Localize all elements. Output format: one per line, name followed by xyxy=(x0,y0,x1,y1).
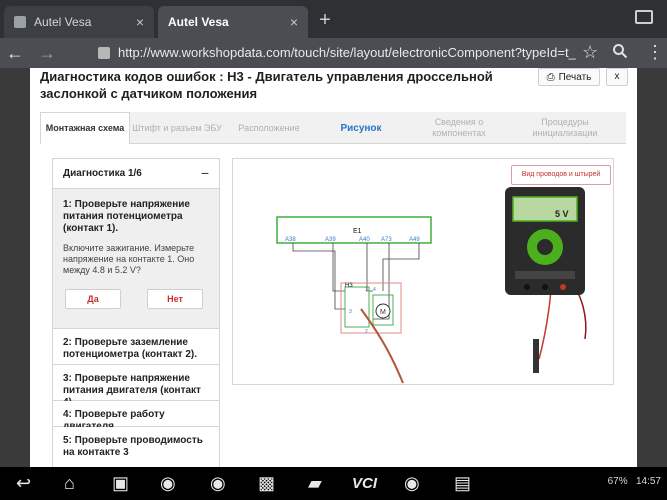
diagnostic-counter: Диагностика 1/6 xyxy=(63,168,142,179)
page-favicon-icon xyxy=(14,16,26,28)
browser-tab-title: Autel Vesa xyxy=(34,15,92,29)
probe-wire xyxy=(360,308,404,384)
printer-icon: ⎙ xyxy=(546,71,555,83)
content-tabs: Монтажная схема Штифт и разъем ЭБУ Распо… xyxy=(40,112,626,144)
diagram-canvas: E1 A38 A39 A40 A73 A49 H3 1 2 3 4 M 5 V xyxy=(276,187,587,384)
tab-figure[interactable]: Рисунок xyxy=(316,112,406,144)
svg-text:M: M xyxy=(380,309,386,316)
meter-reading: 5 V xyxy=(555,209,569,219)
forward-arrow-icon[interactable]: → xyxy=(38,43,56,64)
address-bar[interactable]: http://www.workshopdata.com/touch/site/l… xyxy=(118,45,578,60)
step-description: Включите зажигание. Измерьте напряжение … xyxy=(63,243,195,275)
tab-wiring-diagram[interactable]: Монтажная схема xyxy=(40,112,130,144)
diagnostic-step[interactable]: 3: Проверьте напряжение питания двигател… xyxy=(53,365,219,408)
vci-icon[interactable]: VCI xyxy=(352,475,377,492)
diagnostic-panel: Диагностика 1/6 − 1: Проверьте напряжени… xyxy=(52,158,220,467)
tab-ecu-pins: Штифт и разъем ЭБУ xyxy=(132,122,222,133)
connector-pin: 4 xyxy=(373,287,376,293)
search-icon[interactable] xyxy=(612,43,628,64)
menu-dots-icon[interactable]: ⋮ xyxy=(646,42,664,63)
page-favicon-icon xyxy=(98,47,110,59)
pin-label: A38 xyxy=(285,237,296,243)
browser-toolbar: ← → http://www.workshopdata.com/touch/si… xyxy=(0,38,667,68)
back-nav-icon[interactable]: ↩ xyxy=(16,473,31,494)
browser-tab-strip: Autel Vesa × Autel Vesa × + xyxy=(0,0,667,38)
status-area: 67% 14:57 xyxy=(608,476,661,487)
pin-label: A49 xyxy=(409,237,420,243)
pin-label: A39 xyxy=(325,237,336,243)
gallery-icon[interactable]: ▩ xyxy=(258,473,275,494)
home-nav-icon[interactable]: ⌂ xyxy=(64,473,75,494)
back-arrow-icon[interactable]: ← xyxy=(6,43,24,64)
close-button[interactable]: x xyxy=(606,68,628,86)
tab-location: Расположение xyxy=(238,122,300,133)
step-title: 1: Проверьте напряжение питания потенцио… xyxy=(63,199,190,234)
connector-pin: 3 xyxy=(349,309,352,315)
wiring-diagram: Вид проводов и штырей E1 A38 A39 A40 A73… xyxy=(232,158,614,385)
recent-apps-icon[interactable]: ▣ xyxy=(112,473,129,494)
chrome-icon[interactable]: ◉ xyxy=(404,473,420,494)
connector-pin: 1 xyxy=(365,287,368,293)
browser-tab[interactable]: Autel Vesa × xyxy=(4,6,154,38)
bookmark-star-icon[interactable]: ☆ xyxy=(582,42,598,63)
diagnostic-step-current: 1: Проверьте напряжение питания потенцио… xyxy=(53,189,219,329)
print-button[interactable]: ⎙ Печать xyxy=(538,68,600,86)
ecu-label: E1 xyxy=(353,228,362,235)
diagnostic-header[interactable]: Диагностика 1/6 − xyxy=(53,159,219,189)
page-content: Диагностика кодов ошибок : H3 - Двигател… xyxy=(30,68,637,467)
tab-switcher-icon[interactable] xyxy=(635,10,657,30)
battery-level: 67% xyxy=(607,476,628,487)
globe-icon[interactable]: ◉ xyxy=(160,473,176,494)
wires xyxy=(292,243,420,320)
close-tab-icon[interactable]: × xyxy=(290,14,298,30)
camera-icon[interactable]: ◉ xyxy=(210,473,226,494)
yes-button[interactable]: Да xyxy=(65,289,121,309)
probe-tip xyxy=(533,339,539,373)
collapse-icon[interactable]: − xyxy=(201,165,209,181)
new-tab-button[interactable]: + xyxy=(314,10,336,32)
pin-label: A40 xyxy=(359,237,370,243)
clock: 14:57 xyxy=(635,476,661,487)
multimeter-icon xyxy=(505,187,585,295)
browser-tab-title: Autel Vesa xyxy=(168,15,229,29)
tab-initialization: Процедуры инициализации xyxy=(532,117,598,138)
no-button[interactable]: Нет xyxy=(147,289,203,309)
pin-label: A73 xyxy=(381,237,392,243)
tab-component-info: Сведения о компонентах xyxy=(432,117,486,138)
diagnostic-step[interactable]: 2: Проверьте заземление потенциометра (к… xyxy=(53,329,219,365)
diagnostic-step[interactable]: 4: Проверьте работу двигателя xyxy=(53,401,219,432)
close-tab-icon[interactable]: × xyxy=(136,14,144,30)
web-page: Диагностика кодов ошибок : H3 - Двигател… xyxy=(0,68,667,467)
diagnostic-step[interactable]: 5: Проверьте проводимость на контакте 3 xyxy=(53,427,219,467)
system-nav-bar: ↩ ⌂ ▣ ◉ ◉ ▩ ▰ VCI ◉ ▤ 67% 14:57 xyxy=(0,467,667,500)
remote-icon[interactable]: ▤ xyxy=(454,473,471,494)
app-m-icon[interactable]: ▰ xyxy=(308,473,322,494)
connector-pin: 2 xyxy=(365,329,368,335)
print-label: Печать xyxy=(558,71,592,83)
component-label: H3 xyxy=(345,283,353,289)
page-title: Диагностика кодов ошибок : H3 - Двигател… xyxy=(40,69,493,101)
browser-tab-active[interactable]: Autel Vesa × xyxy=(158,6,308,38)
